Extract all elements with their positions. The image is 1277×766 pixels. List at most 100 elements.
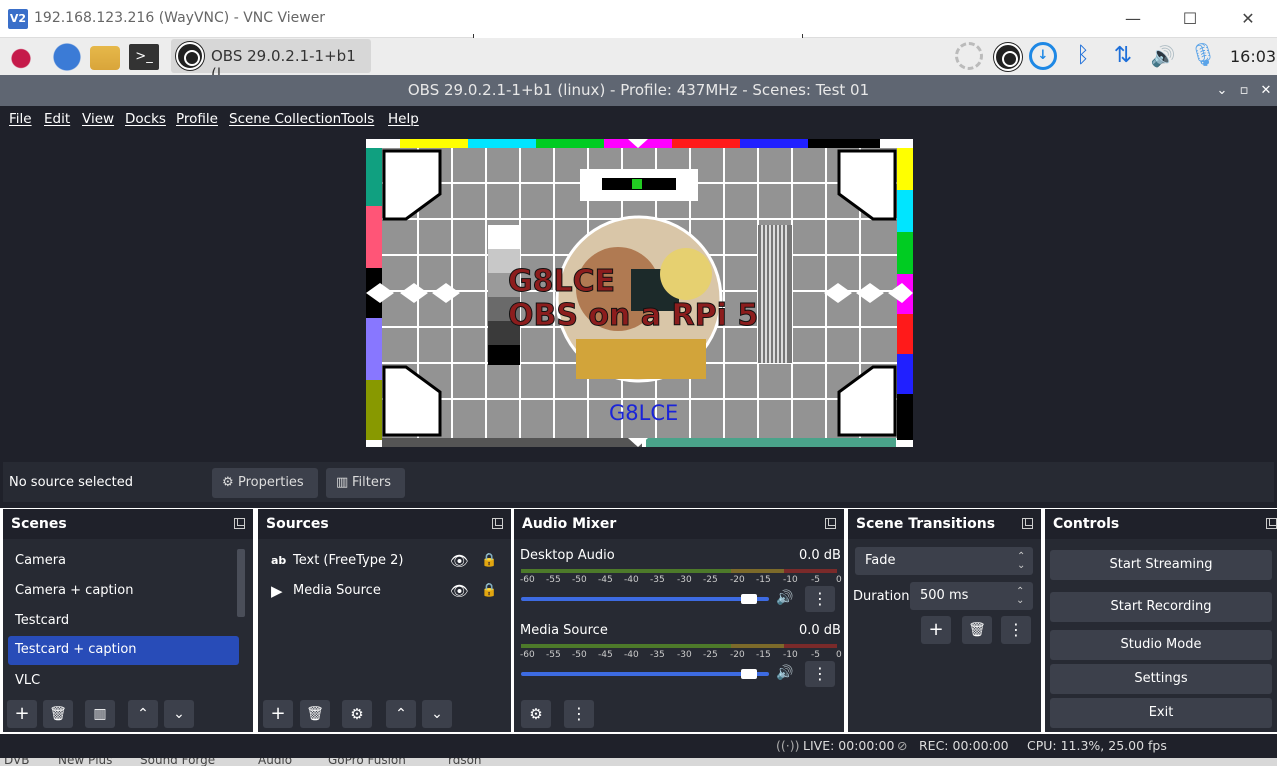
volume-icon[interactable]: 🔊 [1148,42,1178,72]
source-item[interactable]: ab Text (FreeType 2) 👁 🔒 [263,547,503,575]
chevron-down-icon[interactable]: ⌄ [1212,75,1232,106]
microphone-icon[interactable]: 🎙 [1188,42,1218,72]
chevron-updown-icon[interactable]: ⌃ ⌄ [1016,587,1024,606]
duration-spinbox[interactable]: 500 ms ⌃ ⌄ [910,582,1033,610]
settings-button[interactable]: Settings [1050,664,1272,694]
minimize-button[interactable]: — [1118,6,1148,32]
testcard-footer: G8LCE [609,401,679,425]
channel-menu-button[interactable]: ⋮ [805,661,835,687]
undock-icon[interactable] [492,518,503,529]
scene-item[interactable]: Testcard [8,607,238,635]
scene-filters-button[interactable]: ▥ [85,700,115,728]
speaker-icon[interactable]: 🔊 [776,590,793,606]
menu-view[interactable]: View [82,111,114,127]
no-source-label: No source selected [9,475,133,490]
undock-icon[interactable] [1266,518,1277,529]
move-source-up-button[interactable]: ⌃ [386,700,416,728]
lock-icon[interactable]: 🔒 [481,547,497,575]
sources-dock: Sources ab Text (FreeType 2) 👁 🔒 ▶ Media… [258,509,511,732]
download-icon[interactable]: ↓ [1029,42,1057,70]
undock-icon[interactable] [1022,518,1033,529]
tick-label: -25 [703,650,718,660]
obs-tray-icon[interactable] [994,43,1022,71]
channel-menu-button[interactable]: ⋮ [805,586,835,612]
exit-button[interactable]: Exit [1050,698,1272,728]
transition-select[interactable]: Fade ⌃ ⌄ [855,547,1033,575]
data-transfer-icon[interactable]: ⇅ [1108,42,1138,72]
web-browser-icon[interactable] [52,42,82,72]
menu-tools[interactable]: Tools [341,111,374,127]
file-manager-icon[interactable] [90,46,120,70]
volume-slider-track[interactable] [521,672,769,676]
audio-settings-button[interactable]: ⚙ [521,700,551,728]
menu-docks[interactable]: Docks [125,111,166,127]
scene-item[interactable]: VLC [8,667,238,695]
start-streaming-button[interactable]: Start Streaming [1050,550,1272,580]
tick-label: 0 [836,575,842,585]
bluetooth-icon[interactable]: ᛒ [1068,42,1098,72]
chevron-updown-icon: ⌃ ⌄ [1017,551,1026,571]
network-icon[interactable] [955,42,983,70]
transition-menu-button[interactable]: ⋮ [1001,616,1031,644]
remove-source-button[interactable]: 🗑 [300,700,330,728]
record-icon: ⊘ [897,738,908,753]
scene-item[interactable]: Camera + caption [8,577,238,605]
undock-icon[interactable] [825,518,836,529]
volume-slider-handle[interactable] [741,669,758,679]
tick-label: -55 [546,650,561,660]
audio-menu-button[interactable]: ⋮ [564,700,594,728]
add-transition-button[interactable]: + [921,616,951,644]
move-source-down-button[interactable]: ⌄ [422,700,452,728]
clock[interactable]: 16:03 [1230,47,1276,66]
move-scene-down-button[interactable]: ⌄ [164,700,194,728]
scene-item-selected[interactable]: Testcard + caption [8,636,239,665]
background-desktop-strip: DVB New Plus Sound Forge Audio GoPro Fus… [0,758,1277,766]
menu-profile[interactable]: Profile [176,111,218,127]
add-scene-button[interactable]: + [7,700,37,728]
preview-canvas[interactable]: G8LCE OBS on a RPi 5 G8LCE [366,139,913,447]
menu-file[interactable]: File [9,111,32,127]
visibility-eye-icon[interactable]: 👁 [450,547,469,575]
studio-mode-button[interactable]: Studio Mode [1050,630,1272,660]
start-recording-button[interactable]: Start Recording [1050,592,1272,622]
remove-scene-button[interactable]: 🗑 [43,700,73,728]
properties-label: Properties [238,475,304,490]
volume-slider-track[interactable] [521,597,769,601]
controls-header: Controls [1045,509,1277,539]
lock-icon[interactable]: 🔒 [481,577,497,605]
maximize-button[interactable]: ☐ [1175,6,1205,32]
close-icon[interactable]: ✕ [1256,75,1276,106]
source-item[interactable]: ▶ Media Source 👁 🔒 [263,577,503,605]
maximize-icon[interactable]: ▫ [1234,75,1254,106]
source-properties-button[interactable]: ⚙ [342,700,372,728]
desktop-item: DVB [4,758,30,766]
tick-label: -50 [572,650,587,660]
move-scene-up-button[interactable]: ⌃ [128,700,158,728]
filters-label: Filters [352,475,391,490]
filters-button[interactable]: ▥ Filters [326,468,405,498]
volume-meter-red [784,569,837,573]
menu-scene-collection[interactable]: Scene Collection [229,111,341,127]
visibility-eye-icon[interactable]: 👁 [450,577,469,605]
add-source-button[interactable]: + [263,700,293,728]
volume-slider-handle[interactable] [741,594,758,604]
menu-help[interactable]: Help [388,111,419,127]
raspberry-menu-icon[interactable] [6,42,36,72]
transition-value: Fade [865,553,896,568]
obs-task-button[interactable]: OBS 29.0.2.1-1+b1 (l... [171,39,371,83]
tick-label: -60 [520,650,535,660]
gear-icon: ⚙ [222,475,234,490]
properties-button[interactable]: ⚙ Properties [212,468,318,498]
tick-label: -10 [783,575,798,585]
channel-name: Desktop Audio [520,548,615,563]
scenes-scrollbar[interactable] [237,549,245,617]
undock-icon[interactable] [234,518,245,529]
scene-transitions-title: Scene Transitions [856,516,996,532]
speaker-icon[interactable]: 🔊 [776,665,793,681]
menu-edit[interactable]: Edit [44,111,70,127]
scene-item[interactable]: Camera [8,547,238,575]
close-button[interactable]: ✕ [1233,6,1263,32]
terminal-icon[interactable]: >_ [129,44,159,70]
remove-transition-button[interactable]: 🗑 [962,616,992,644]
tick-label: -50 [572,575,587,585]
